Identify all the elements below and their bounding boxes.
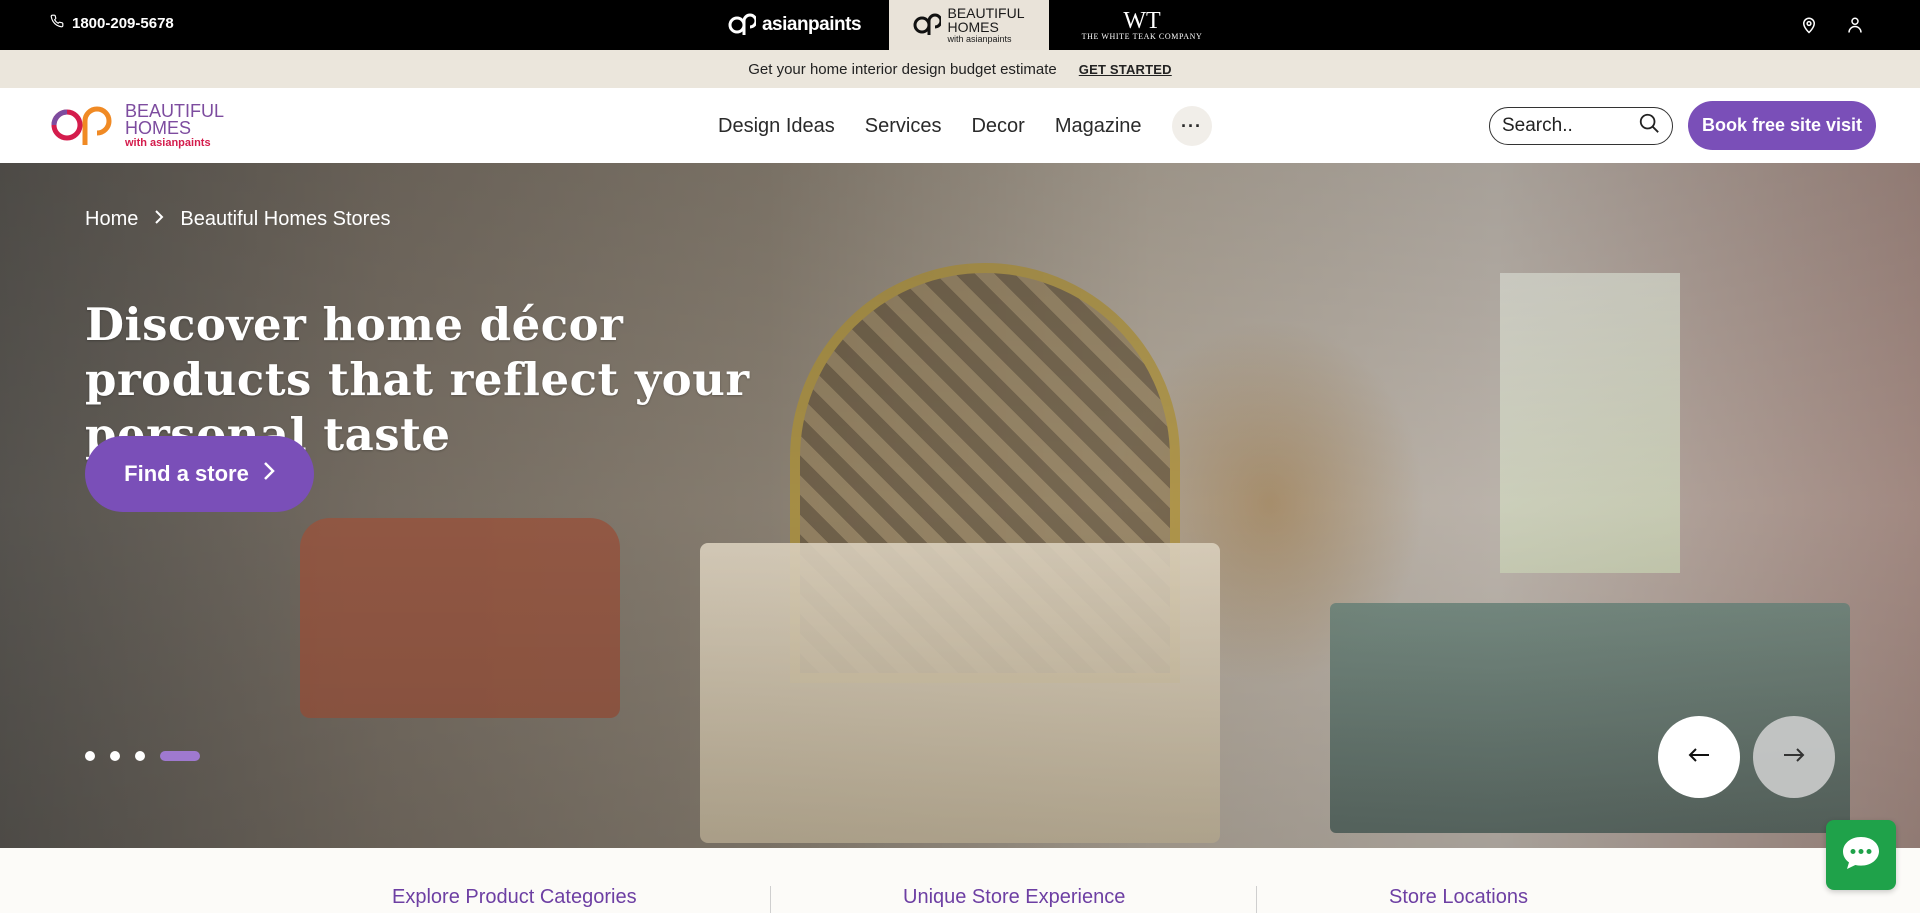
- beautiful-homes-wordmark: BEAUTIFUL HOMES with asianpaints: [947, 6, 1024, 45]
- nav-services[interactable]: Services: [865, 115, 942, 138]
- search-icon[interactable]: [1638, 112, 1660, 140]
- phone-link[interactable]: 1800-209-5678: [50, 14, 174, 32]
- nav-design-ideas[interactable]: Design Ideas: [718, 115, 835, 138]
- brand-tab-white-teak[interactable]: WT THE WHITE TEAK COMPANY: [1049, 0, 1235, 50]
- white-teak-monogram: WT: [1123, 7, 1161, 34]
- tab-divider: [1256, 886, 1257, 913]
- breadcrumb-current: Beautiful Homes Stores: [180, 208, 391, 230]
- tab-divider: [770, 886, 771, 913]
- main-nav: Design Ideas Services Decor Magazine ···: [718, 106, 1212, 146]
- logo-wordmark: BEAUTIFUL HOMES with asianpaints: [125, 102, 224, 150]
- brand-tab-asianpaints[interactable]: asianpaints: [700, 0, 889, 50]
- main-header: BEAUTIFUL HOMES with asianpaints Design …: [0, 88, 1920, 163]
- search-placeholder: Search..: [1502, 115, 1573, 136]
- promo-bar: Get your home interior design budget est…: [0, 50, 1920, 88]
- carousel-next-button[interactable]: [1753, 716, 1835, 798]
- store-section-tabs: Explore Product Categories Unique Store …: [0, 848, 1920, 913]
- carousel-dot-3[interactable]: [135, 751, 145, 761]
- user-icon[interactable]: [1846, 15, 1864, 40]
- brand-tab-beautiful-homes[interactable]: BEAUTIFUL HOMES with asianpaints: [889, 0, 1049, 50]
- find-store-button[interactable]: Find a store: [85, 436, 314, 512]
- bh-line1: BEAUTIFUL: [947, 4, 1025, 21]
- promo-text: Get your home interior design budget est…: [748, 60, 1057, 78]
- carousel-indicators: [85, 751, 200, 761]
- tab-explore-product-categories[interactable]: Explore Product Categories: [392, 886, 637, 909]
- get-started-link[interactable]: GET STARTED: [1079, 62, 1172, 77]
- asianpaints-logo-icon: [728, 9, 758, 42]
- tab-unique-store-experience[interactable]: Unique Store Experience: [903, 886, 1125, 909]
- logo-mark-icon: [49, 99, 119, 154]
- find-store-label: Find a store: [124, 461, 249, 486]
- hero-banner: Home Beautiful Homes Stores Discover hom…: [0, 163, 1920, 848]
- chat-button[interactable]: [1826, 820, 1896, 890]
- phone-number: 1800-209-5678: [72, 14, 174, 32]
- arrow-right-icon: [1783, 747, 1805, 768]
- carousel-dot-2[interactable]: [110, 751, 120, 761]
- white-teak-name: THE WHITE TEAK COMPANY: [1081, 31, 1203, 41]
- search-input[interactable]: Search..: [1489, 107, 1673, 145]
- beautiful-homes-logo-icon: [913, 9, 943, 42]
- top-bar: 1800-209-5678 asianpaints BEAUTIFUL HOME…: [0, 0, 1920, 50]
- chevron-right-icon: [263, 461, 275, 487]
- book-site-visit-button[interactable]: Book free site visit: [1688, 101, 1876, 150]
- phone-icon: [50, 14, 64, 32]
- bh-sub: with asianpaints: [947, 33, 1012, 44]
- bh-line2: HOMES: [947, 18, 999, 35]
- top-icons: [1800, 15, 1864, 40]
- breadcrumb: Home Beautiful Homes Stores: [85, 208, 390, 231]
- nav-magazine[interactable]: Magazine: [1055, 115, 1142, 138]
- nav-decor[interactable]: Decor: [971, 115, 1024, 138]
- more-menu-button[interactable]: ···: [1171, 106, 1212, 146]
- location-icon[interactable]: [1800, 15, 1818, 40]
- carousel-dot-4-active[interactable]: [160, 751, 200, 761]
- breadcrumb-home[interactable]: Home: [85, 208, 138, 231]
- asianpaints-label: asianpaints: [761, 14, 862, 35]
- carousel-dot-1[interactable]: [85, 751, 95, 761]
- carousel-prev-button[interactable]: [1658, 716, 1740, 798]
- chevron-right-icon: [154, 208, 164, 231]
- arrow-left-icon: [1688, 747, 1710, 768]
- chat-icon: [1841, 835, 1881, 876]
- tab-store-locations[interactable]: Store Locations: [1389, 886, 1528, 909]
- logo-line2: HOMES: [125, 118, 192, 138]
- logo-sub: with asianpaints: [125, 137, 211, 149]
- brand-tabs: asianpaints BEAUTIFUL HOMES with asianpa…: [700, 0, 1235, 50]
- beautiful-homes-logo[interactable]: BEAUTIFUL HOMES with asianpaints: [49, 99, 224, 154]
